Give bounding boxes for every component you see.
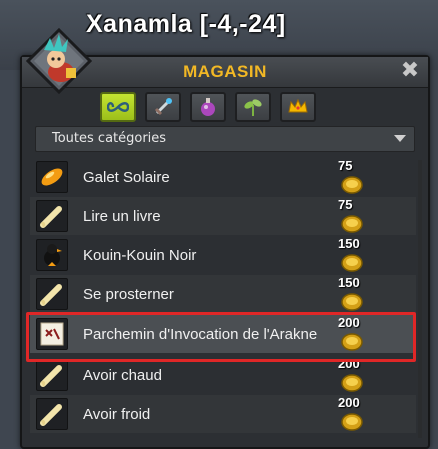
item-name: Parchemin d'Invocation de l'Arakne — [83, 326, 318, 343]
item-price: 200 — [338, 395, 360, 410]
list-item[interactable]: Avoir froid 200 — [30, 395, 416, 433]
category-tabs — [100, 92, 316, 122]
tab-cosmetics[interactable] — [280, 92, 316, 122]
item-name: Avoir chaud — [83, 367, 162, 384]
tab-resources[interactable] — [235, 92, 271, 122]
infinity-icon — [107, 102, 129, 112]
item-price: 75 — [338, 158, 353, 173]
item-price: 150 — [338, 275, 360, 290]
item-price: 75 — [338, 197, 353, 212]
gold-coin-icon — [341, 176, 363, 194]
crown-icon — [288, 98, 308, 113]
tab-consumables[interactable] — [190, 92, 226, 122]
item-name: Kouin-Kouin Noir — [83, 247, 197, 264]
item-name: Lire un livre — [83, 208, 161, 225]
category-dropdown[interactable]: Toutes catégories — [35, 126, 415, 152]
item-price: 150 — [338, 236, 360, 251]
gold-coin-icon — [341, 215, 363, 233]
item-list: Galet Solaire 75 Lire un livre 75 Kouin-… — [30, 158, 416, 448]
item-price: 200 — [338, 356, 360, 371]
item-name: Se prosterner — [83, 286, 174, 303]
scroll-icon — [36, 398, 68, 430]
plant-icon — [244, 99, 262, 116]
gold-coin-icon — [341, 293, 363, 311]
item-name: Avoir froid — [83, 406, 151, 423]
close-button[interactable]: ✖ — [398, 59, 422, 83]
map-title: Xanamla [-4,-24] — [86, 10, 286, 38]
list-item-selected[interactable]: Parchemin d'Invocation de l'Arakne 200 — [30, 315, 416, 353]
gold-coin-icon — [341, 374, 363, 392]
category-dropdown-value: Toutes catégories — [52, 131, 167, 146]
scroll-icon — [36, 200, 68, 232]
tab-all[interactable] — [100, 92, 136, 122]
item-list-scrollbar[interactable] — [418, 160, 422, 438]
list-item[interactable]: Se prosterner 150 — [30, 275, 416, 313]
gold-coin-icon — [341, 254, 363, 272]
scroll-icon — [36, 278, 68, 310]
item-price: 200 — [338, 315, 360, 330]
npc-avatar — [26, 28, 92, 94]
tab-equipment[interactable] — [145, 92, 181, 122]
list-item[interactable]: Avoir chaud 200 — [30, 356, 416, 394]
gold-coin-icon — [341, 413, 363, 431]
black-bird-icon — [36, 239, 68, 271]
sword-icon — [154, 98, 172, 116]
list-item[interactable]: Galet Solaire 75 — [30, 158, 416, 196]
list-item[interactable]: Lire un livre 75 — [30, 197, 416, 235]
chevron-down-icon — [394, 135, 406, 142]
item-name: Galet Solaire — [83, 169, 170, 186]
scroll-icon — [36, 359, 68, 391]
potion-icon — [201, 98, 215, 116]
parchment-icon — [36, 318, 68, 350]
stone-icon — [36, 161, 68, 193]
list-item[interactable]: Kouin-Kouin Noir 150 — [30, 236, 416, 274]
gold-coin-icon — [341, 333, 363, 351]
